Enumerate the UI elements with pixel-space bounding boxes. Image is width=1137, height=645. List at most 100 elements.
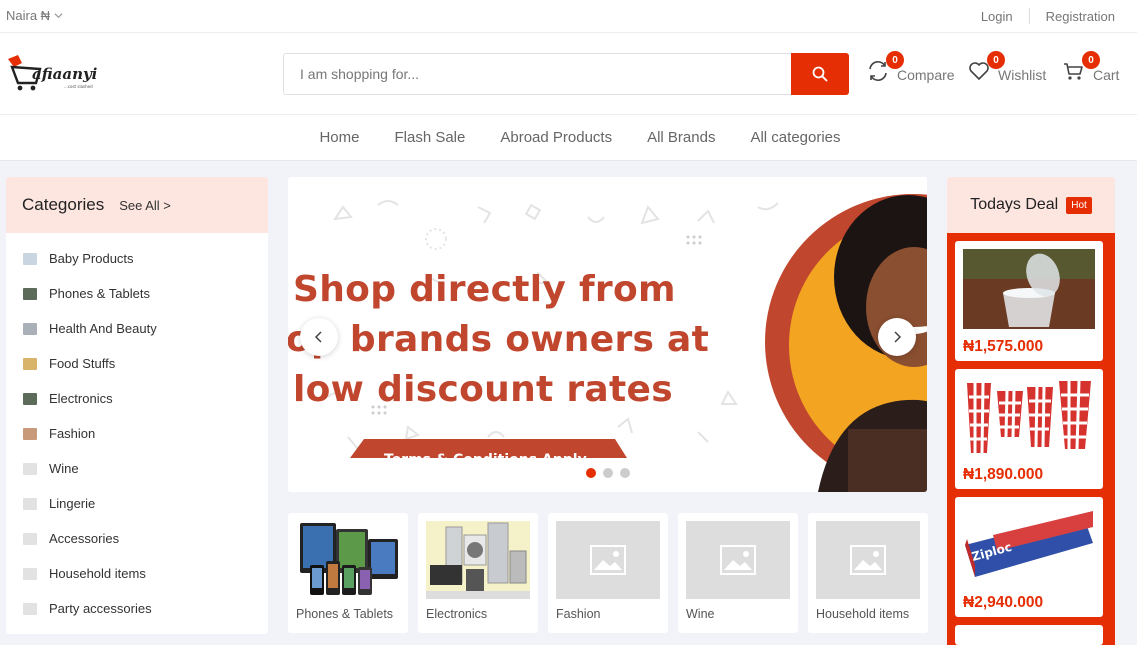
- svg-text:...cost slashed: ...cost slashed: [64, 84, 93, 89]
- category-label: Wine: [49, 461, 79, 476]
- category-item-fashion[interactable]: Fashion: [6, 416, 268, 451]
- phones-tablets-image: [300, 523, 398, 595]
- slide-dot[interactable]: [603, 468, 613, 478]
- chevron-down-icon: [54, 13, 63, 19]
- electronics-icon: [23, 392, 37, 405]
- featured-label: Phones & Tablets: [296, 607, 394, 621]
- hero-banner[interactable]: Shop directly from op brands owners at l…: [288, 177, 927, 492]
- banner-next-button[interactable]: [878, 318, 916, 356]
- currency-label: Naira ₦: [6, 8, 51, 23]
- featured-tile-electronics[interactable]: Electronics: [418, 513, 538, 633]
- slide-dot[interactable]: [586, 468, 596, 478]
- nav-all-brands[interactable]: All Brands: [629, 115, 732, 160]
- top-bar: Naira ₦ Login Registration: [0, 0, 1137, 33]
- featured-tile-wine[interactable]: Wine: [678, 513, 798, 633]
- banner-headline-line1: Shop directly from: [293, 269, 676, 310]
- category-item-baby-products[interactable]: Baby Products: [6, 241, 268, 276]
- paper-cups-image: [963, 377, 1095, 457]
- party-icon: [23, 602, 37, 615]
- deal-price: ₦1,575.000: [963, 338, 1044, 355]
- categories-title: Categories: [22, 195, 105, 214]
- header: afiaanyi ...cost slashed 0 Compare 0 Wis…: [0, 33, 1137, 115]
- household-icon: [23, 567, 37, 580]
- category-label: Baby Products: [49, 251, 134, 266]
- featured-tile-fashion[interactable]: Fashion: [548, 513, 668, 633]
- deal-card[interactable]: ₦1,890.000: [955, 369, 1103, 489]
- featured-tile-household-items[interactable]: Household items: [808, 513, 928, 633]
- nav-all-categories[interactable]: All categories: [732, 115, 857, 160]
- todays-deal-panel: Todays Deal Hot ₦1,575.000 ₦1,890.000 Zi…: [947, 177, 1115, 645]
- banner-prev-button[interactable]: [300, 318, 338, 356]
- search-button[interactable]: [791, 53, 849, 95]
- banner-pagination: [586, 468, 630, 478]
- category-label: Health And Beauty: [49, 321, 157, 336]
- banner-terms: Terms & Conditions Apply: [384, 452, 587, 468]
- login-link[interactable]: Login: [981, 9, 1013, 24]
- slide-dot[interactable]: [620, 468, 630, 478]
- search-input[interactable]: [283, 53, 791, 95]
- nav-abroad-products[interactable]: Abroad Products: [482, 115, 629, 160]
- image-placeholder-icon: [720, 545, 756, 575]
- category-label: Phones & Tablets: [49, 286, 150, 301]
- chevron-right-icon: [894, 331, 902, 343]
- category-label: Electronics: [49, 391, 113, 406]
- category-label: Party accessories: [49, 601, 152, 616]
- svg-text:afiaanyi: afiaanyi: [32, 65, 98, 83]
- hot-badge: Hot: [1066, 196, 1092, 214]
- featured-tile-phones-tablets[interactable]: Phones & Tablets: [288, 513, 408, 633]
- site-logo[interactable]: afiaanyi ...cost slashed: [6, 53, 106, 93]
- search-icon: [812, 66, 828, 82]
- deal-card[interactable]: Ziploc ₦2,940.000: [955, 497, 1103, 617]
- banner-headline-line3: low discount rates: [293, 369, 673, 410]
- featured-label: Household items: [816, 607, 910, 621]
- nav-flash-sale[interactable]: Flash Sale: [376, 115, 482, 160]
- wishlist-link[interactable]: 0 Wishlist: [967, 51, 1047, 85]
- registration-link[interactable]: Registration: [1046, 9, 1115, 24]
- main-nav: Home Flash Sale Abroad Products All Bran…: [0, 115, 1137, 161]
- category-item-health-beauty[interactable]: Health And Beauty: [6, 311, 268, 346]
- image-placeholder-icon: [850, 545, 886, 575]
- featured-label: Wine: [686, 607, 715, 621]
- category-item-food-stuffs[interactable]: Food Stuffs: [6, 346, 268, 381]
- wine-icon: [23, 462, 37, 475]
- category-label: Household items: [49, 566, 146, 581]
- category-item-accessories[interactable]: Accessories: [6, 521, 268, 556]
- nav-home[interactable]: Home: [301, 115, 376, 160]
- category-item-phones-tablets[interactable]: Phones & Tablets: [6, 276, 268, 311]
- deal-price: ₦2,940.000: [963, 594, 1044, 611]
- compare-label: Compare: [897, 67, 955, 83]
- deal-card[interactable]: ₦1,575.000: [955, 241, 1103, 361]
- electronics-image: [426, 522, 530, 599]
- category-label: Accessories: [49, 531, 120, 546]
- search-bar: [283, 53, 849, 95]
- lingerie-icon: [23, 497, 37, 510]
- todays-deal-title: Todays Deal: [970, 196, 1059, 213]
- accessories-icon: [23, 532, 37, 545]
- featured-categories: Phones & Tablets Electronics Fashion Win…: [288, 513, 928, 633]
- category-label: Food Stuffs: [49, 356, 116, 371]
- banner-headline-line2: op brands owners at: [288, 319, 710, 360]
- featured-label: Electronics: [426, 607, 488, 621]
- cart-label: Cart: [1093, 67, 1120, 83]
- wishlist-label: Wishlist: [998, 67, 1047, 83]
- compare-link[interactable]: 0 Compare: [866, 51, 955, 85]
- category-item-electronics[interactable]: Electronics: [6, 381, 268, 416]
- category-item-lingerie[interactable]: Lingerie: [6, 486, 268, 521]
- deal-card[interactable]: [955, 625, 1103, 645]
- currency-selector[interactable]: Naira ₦: [6, 8, 63, 23]
- featured-label: Fashion: [556, 607, 601, 621]
- cart-link[interactable]: 0 Cart: [1062, 51, 1120, 85]
- category-item-household-items[interactable]: Household items: [6, 556, 268, 591]
- ziploc-box-image: Ziploc: [963, 505, 1095, 585]
- categories-panel: Categories See All > Baby Products Phone…: [6, 177, 268, 634]
- food-stuffs-icon: [23, 357, 37, 370]
- divider: [1028, 8, 1030, 24]
- category-label: Fashion: [49, 426, 96, 441]
- category-item-wine[interactable]: Wine: [6, 451, 268, 486]
- health-beauty-icon: [23, 322, 37, 335]
- plastic-cup-image: [963, 249, 1095, 329]
- category-label: Lingerie: [49, 496, 96, 511]
- see-all-link[interactable]: See All >: [119, 198, 171, 213]
- deal-price: ₦1,890.000: [963, 466, 1044, 483]
- category-item-party-accessories[interactable]: Party accessories: [6, 591, 268, 626]
